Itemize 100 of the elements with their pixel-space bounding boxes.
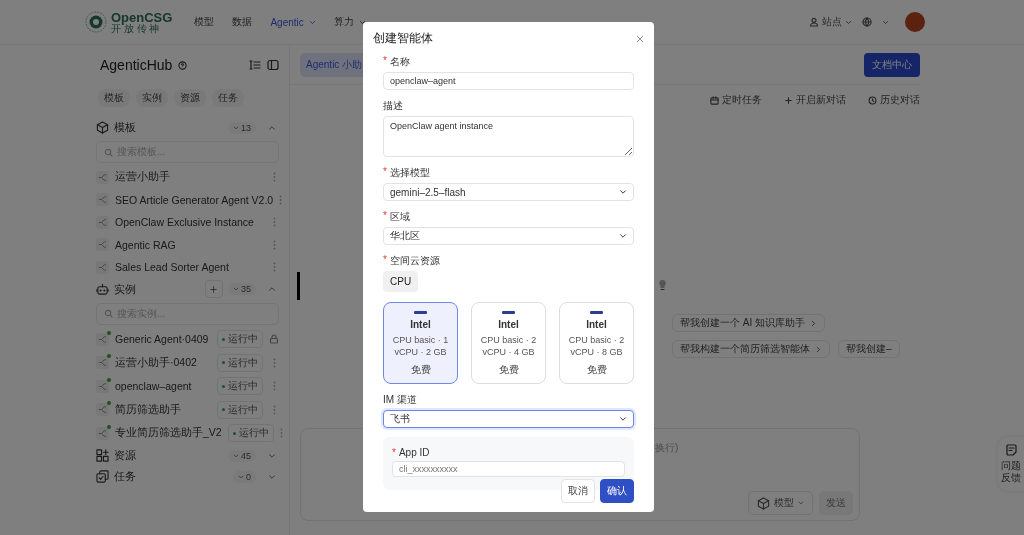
globe-icon bbox=[862, 17, 872, 27]
more-icon[interactable] bbox=[279, 194, 283, 205]
lightbulb-icon bbox=[658, 279, 667, 291]
text-field[interactable]: openclaw–agent bbox=[383, 72, 634, 90]
more-icon[interactable] bbox=[272, 172, 276, 183]
search-icon bbox=[104, 309, 113, 318]
more-icon[interactable] bbox=[272, 357, 276, 368]
model-button[interactable]: 模型 bbox=[748, 491, 813, 515]
more-icon[interactable] bbox=[272, 262, 276, 273]
field-label: 描述 bbox=[383, 99, 403, 113]
section-title[interactable]: 资源 bbox=[114, 448, 223, 463]
chevron-down-icon bbox=[619, 415, 627, 423]
card-spec: CPU basic · 2 vCPU · 8 GB bbox=[567, 335, 626, 359]
sidebar-item[interactable]: 简历筛选助手 bbox=[115, 402, 211, 417]
section-title[interactable]: 模板 bbox=[114, 120, 223, 135]
nav-link[interactable]: 算力 bbox=[333, 15, 366, 29]
agent-icon bbox=[96, 215, 109, 229]
list-icon bbox=[249, 59, 261, 71]
more-icon[interactable] bbox=[272, 239, 276, 250]
section-title[interactable]: 实例 bbox=[114, 281, 200, 297]
chevron-up-icon bbox=[268, 123, 276, 132]
filter-tab[interactable]: 模板 bbox=[98, 89, 130, 107]
sidebar-item[interactable]: Agentic RAG bbox=[115, 238, 263, 251]
required-mark: * bbox=[392, 447, 396, 458]
required-mark: * bbox=[383, 210, 387, 223]
cube-icon bbox=[96, 121, 109, 134]
nav-link[interactable]: 数据 bbox=[232, 15, 253, 29]
confirm-button[interactable]: 确认 bbox=[600, 479, 634, 503]
resource-card[interactable]: Intel CPU basic · 2 vCPU · 4 GB 免费 bbox=[471, 302, 546, 384]
site-menu[interactable]: 站点 bbox=[809, 15, 852, 29]
sidebar-item[interactable]: SEO Article Generator Agent V2.0 bbox=[115, 193, 274, 206]
action-link[interactable]: 开启新对话 bbox=[784, 93, 846, 107]
sidebar-item[interactable]: 专业简历筛选助手_V2 bbox=[115, 426, 222, 441]
card-title: Intel bbox=[498, 319, 519, 330]
resource-card[interactable]: Intel CPU basic · 1 vCPU · 2 GB 免费 bbox=[383, 302, 458, 384]
suggestion-chip[interactable]: 帮我创建– bbox=[838, 340, 900, 358]
sidebar-title: AgenticHub bbox=[100, 57, 173, 73]
agent-icon bbox=[96, 379, 109, 393]
agent-icon bbox=[96, 356, 109, 370]
filter-tab[interactable]: 任务 bbox=[212, 89, 244, 107]
add-button[interactable] bbox=[205, 280, 223, 298]
chevron-down-icon bbox=[268, 472, 276, 481]
more-icon[interactable] bbox=[279, 428, 283, 439]
sidebar-item[interactable]: 运营小助手 bbox=[115, 170, 263, 185]
text-area[interactable]: OpenClaw agent instance bbox=[383, 116, 634, 157]
select-field[interactable]: gemini–2.5–flash bbox=[383, 183, 634, 201]
chevron-right-icon bbox=[810, 319, 817, 327]
cancel-button[interactable]: 取消 bbox=[561, 479, 595, 503]
robot-icon bbox=[96, 282, 109, 296]
close-icon[interactable] bbox=[636, 34, 644, 43]
field-label: 空间云资源 bbox=[389, 254, 440, 268]
resource-card[interactable]: Intel CPU basic · 2 vCPU · 8 GB 免费 bbox=[559, 302, 634, 384]
sidebar-item[interactable]: Generic Agent·0409 bbox=[115, 333, 211, 346]
card-price: 免费 bbox=[586, 363, 607, 378]
card-title: Intel bbox=[410, 319, 431, 330]
section-title[interactable]: 任务 bbox=[114, 469, 228, 484]
cube-icon bbox=[757, 496, 770, 510]
chevron-down-icon bbox=[845, 18, 852, 26]
more-icon[interactable] bbox=[272, 381, 276, 392]
action-link[interactable]: 历史对话 bbox=[868, 93, 920, 107]
dialog-title: 创建智能体 bbox=[373, 30, 433, 47]
filter-tab[interactable]: 实例 bbox=[136, 89, 168, 107]
clock-icon bbox=[868, 95, 877, 105]
action-link[interactable]: 定时任务 bbox=[710, 93, 762, 107]
plus-icon bbox=[210, 285, 218, 293]
card-spec: CPU basic · 2 vCPU · 4 GB bbox=[479, 335, 538, 359]
bar-icon bbox=[590, 311, 603, 314]
nav-link[interactable]: 模型 bbox=[194, 15, 215, 29]
sidebar-item[interactable]: OpenClaw Exclusive Instance bbox=[115, 216, 263, 229]
agent-icon bbox=[96, 332, 109, 346]
status-badge: 运行中 bbox=[217, 377, 263, 396]
field-label: 区域 bbox=[389, 210, 410, 224]
agent-icon bbox=[96, 238, 109, 252]
resource-tab[interactable]: CPU bbox=[383, 271, 419, 292]
sidebar-icon bbox=[267, 59, 279, 71]
count-badge: 0 bbox=[233, 470, 256, 483]
sidebar-item[interactable]: openclaw–agent bbox=[115, 380, 211, 393]
select-field[interactable]: 华北区 bbox=[383, 227, 634, 245]
text-field[interactable]: cli_xxxxxxxxxx bbox=[392, 461, 625, 477]
nav-link[interactable]: Agentic bbox=[270, 16, 316, 28]
logo-name[interactable]: OpenCSG bbox=[111, 10, 173, 24]
chevron-down-icon bbox=[798, 500, 804, 506]
more-icon[interactable] bbox=[272, 404, 276, 415]
select-field[interactable]: 飞书 bbox=[383, 410, 634, 428]
more-icon[interactable] bbox=[272, 217, 276, 228]
user-icon bbox=[809, 17, 819, 27]
sidebar-item[interactable]: Sales Lead Sorter Agent bbox=[115, 261, 263, 274]
sidebar-item[interactable]: 运营小助手·0402 bbox=[115, 355, 211, 370]
filter-tab[interactable]: 资源 bbox=[174, 89, 206, 107]
feedback-button[interactable]: 问题反馈 bbox=[998, 437, 1024, 491]
count-badge: 45 bbox=[228, 449, 256, 462]
calendar-icon bbox=[710, 95, 719, 105]
avatar[interactable] bbox=[905, 12, 925, 32]
logo-icon[interactable] bbox=[85, 11, 107, 33]
grid-plus-icon bbox=[96, 449, 109, 462]
status-badge: 运行中 bbox=[217, 353, 263, 372]
docs-button[interactable]: 文档中心 bbox=[864, 52, 920, 77]
bar-icon bbox=[502, 311, 515, 314]
field-label: App ID bbox=[398, 447, 430, 458]
tasks-icon bbox=[96, 470, 109, 483]
